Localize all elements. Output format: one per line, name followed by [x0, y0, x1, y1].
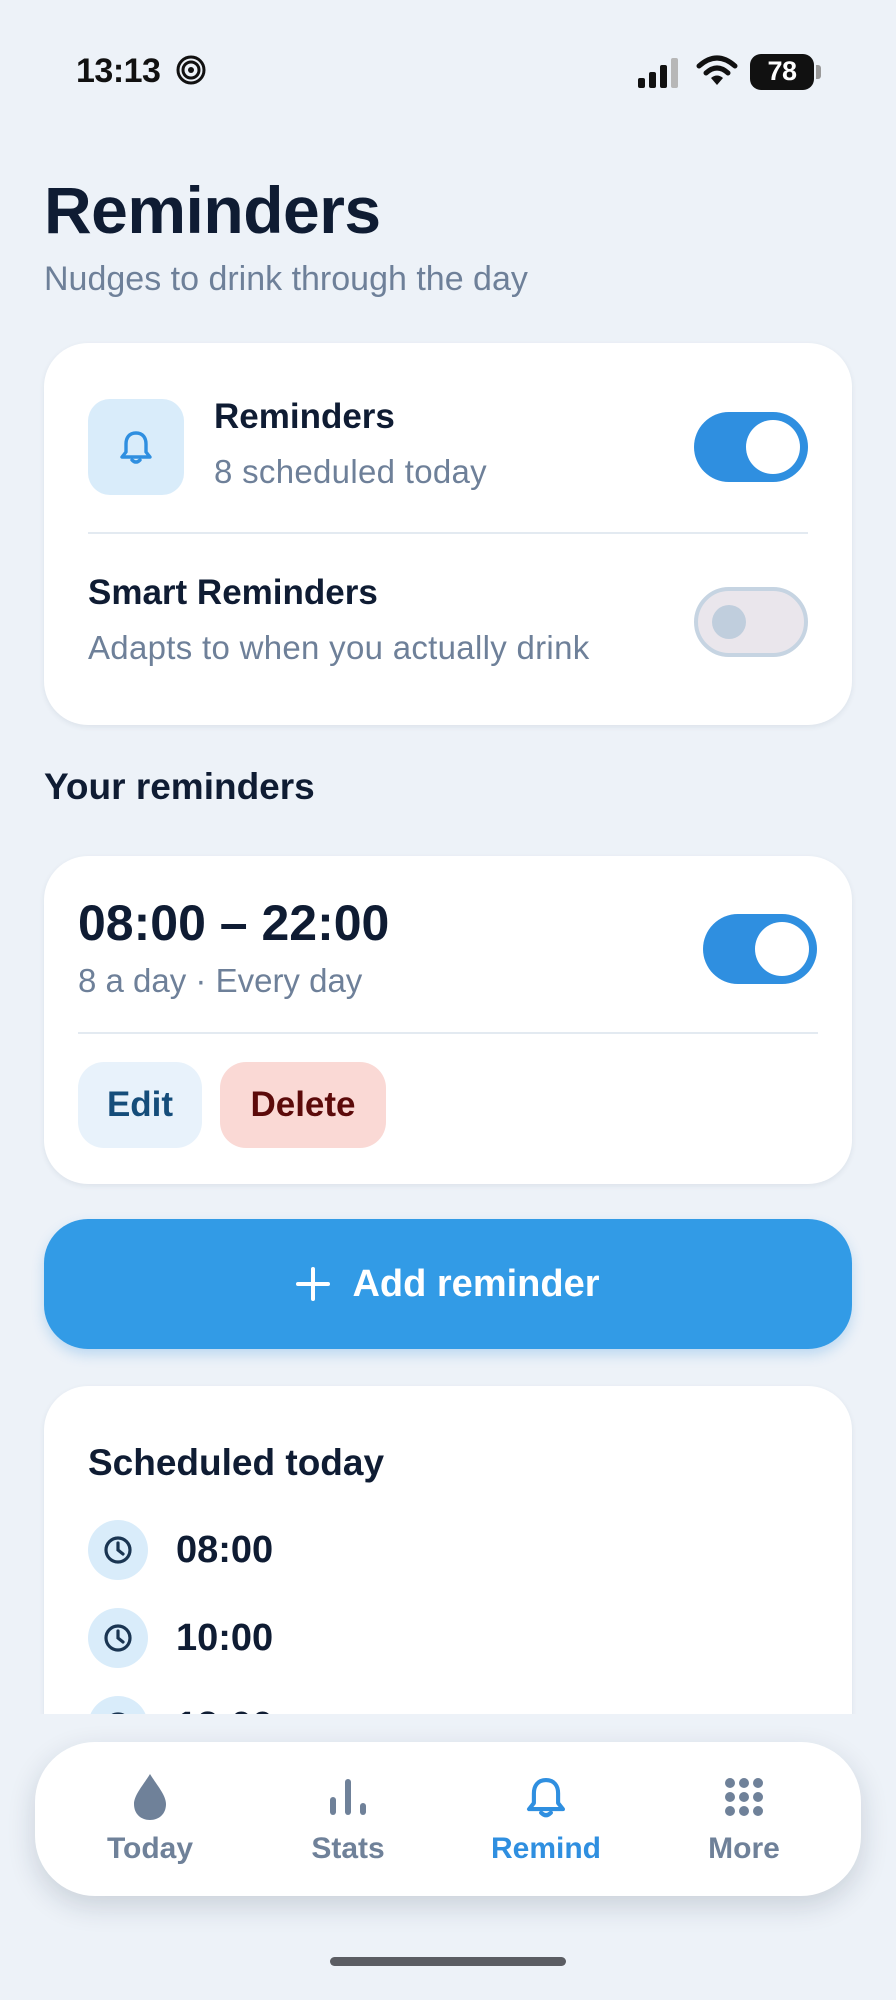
status-bar: 13:13 78	[0, 0, 896, 140]
reminder-frequency: 8 a day · Every day	[78, 962, 363, 999]
scheduled-today-title: Scheduled today	[88, 1442, 385, 1483]
reminders-setting-title: Reminders	[214, 397, 395, 436]
drop-icon	[134, 1774, 166, 1820]
clock-icon	[88, 1608, 148, 1668]
your-reminders-heading: Your reminders	[44, 766, 315, 807]
add-reminder-label: Add reminder	[352, 1262, 600, 1305]
scheduled-time-row: 10:00	[88, 1608, 273, 1668]
page-title: Reminders	[44, 173, 381, 247]
reminders-setting-subtitle: 8 scheduled today	[214, 453, 487, 490]
cellular-signal-icon	[638, 58, 678, 88]
bell-icon	[120, 431, 152, 464]
scheduled-time-row: 08:00	[88, 1520, 273, 1580]
smart-reminders-subtitle: Adapts to when you actually drink	[88, 629, 590, 666]
reminder-time-range: 08:00 – 22:00	[78, 895, 390, 951]
tab-today[interactable]: Today	[50, 1742, 250, 1896]
page-subtitle: Nudges to drink through the day	[44, 260, 528, 298]
add-reminder-button[interactable]: Add reminder	[44, 1219, 852, 1349]
bell-tile	[88, 399, 184, 495]
tab-more[interactable]: More	[644, 1742, 844, 1896]
tab-stats[interactable]: Stats	[248, 1742, 448, 1896]
home-indicator[interactable]	[330, 1957, 566, 1966]
battery-icon: 78	[750, 54, 822, 90]
focus-spiral-icon	[176, 55, 206, 85]
tab-label: Stats	[311, 1832, 385, 1865]
scheduled-time: 08:00	[176, 1528, 274, 1571]
scroll-content[interactable]: Scheduled today 08:00 10:00 12:00	[0, 1380, 896, 1714]
reminder-enabled-toggle[interactable]	[703, 914, 817, 984]
wifi-icon	[696, 55, 738, 85]
scheduled-time: 12:00	[176, 1705, 273, 1715]
reminders-toggle[interactable]	[694, 412, 808, 482]
bell-icon	[526, 1777, 566, 1818]
battery-level: 78	[767, 56, 797, 86]
status-time: 13:13	[76, 52, 161, 90]
plus-icon	[296, 1267, 331, 1301]
scheduled-time: 10:00	[176, 1616, 274, 1659]
scheduled-today-card: Scheduled today 08:00 10:00 12:00	[44, 1386, 852, 1714]
clock-icon	[88, 1696, 148, 1714]
reminder-settings-card: Reminders 8 scheduled today Smart Remind…	[44, 343, 852, 725]
tab-label: Today	[106, 1832, 194, 1865]
grid-icon	[725, 1778, 763, 1816]
stats-icon	[330, 1779, 366, 1815]
divider	[88, 532, 808, 534]
edit-reminder-button[interactable]: Edit	[78, 1062, 202, 1148]
tab-label: More	[708, 1832, 780, 1865]
tab-bar: Today Stats Remind More	[35, 1742, 861, 1896]
delete-reminder-button[interactable]: Delete	[220, 1062, 386, 1148]
divider	[78, 1032, 818, 1034]
scheduled-time-row: 12:00	[88, 1696, 273, 1714]
smart-reminders-toggle[interactable]	[694, 587, 808, 657]
smart-reminders-title: Smart Reminders	[88, 573, 378, 612]
clock-icon	[88, 1520, 148, 1580]
tab-remind[interactable]: Remind	[446, 1742, 646, 1896]
tab-label: Remind	[490, 1832, 601, 1865]
reminder-card: 08:00 – 22:00 8 a day · Every day Edit D…	[44, 856, 852, 1184]
